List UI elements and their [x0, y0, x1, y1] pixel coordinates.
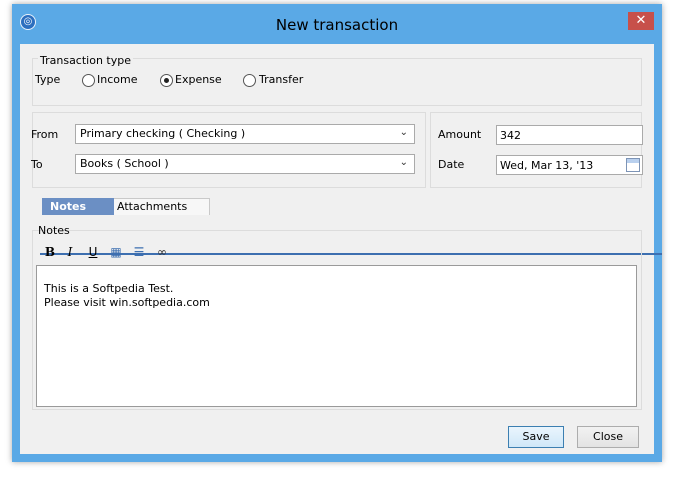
chevron-down-icon[interactable]: ⌄ [400, 127, 408, 138]
radio-transfer-circle[interactable] [243, 74, 256, 87]
radio-income-circle[interactable] [82, 74, 95, 87]
window-title: New transaction [275, 16, 399, 34]
window-close-button[interactable]: ✕ [628, 12, 654, 30]
notes-label: Notes [38, 224, 70, 237]
notes-line[interactable]: Please visit win.softpedia.com [44, 296, 210, 309]
to-label: To [31, 158, 43, 171]
from-account-select[interactable]: Primary checking ( Checking ) ⌄ [75, 124, 415, 144]
date-field[interactable] [496, 155, 643, 175]
italic-icon[interactable]: I [62, 244, 78, 260]
type-label: Type [35, 73, 61, 86]
radio-expense-circle[interactable] [160, 74, 173, 87]
tab-attachments[interactable]: Attachments [110, 198, 210, 215]
calendar-icon[interactable] [626, 158, 640, 172]
dialog-body: Transaction type Type Income Expense Tra… [20, 44, 662, 454]
from-account-value: Primary checking ( Checking ) [80, 127, 246, 140]
from-label: From [31, 128, 59, 141]
tab-notes[interactable]: Notes [42, 198, 114, 215]
amount-date-group [430, 112, 642, 188]
chevron-down-icon[interactable]: ⌄ [400, 157, 408, 168]
amount-label: Amount [438, 128, 482, 141]
to-account-value: Books ( School ) [80, 157, 169, 170]
notes-editor[interactable]: This is a Softpedia Test. Please visit w… [36, 265, 637, 407]
close-button[interactable]: Close [577, 426, 639, 448]
save-button[interactable]: Save [508, 426, 564, 448]
radio-selected-dot [164, 78, 169, 83]
title-bar[interactable]: ◎ New transaction ✕ [12, 4, 662, 44]
numbered-list-icon[interactable]: ☰ [131, 244, 147, 260]
date-label: Date [438, 158, 465, 171]
dialog-window: ◎ New transaction ✕ Transaction type Typ… [12, 4, 662, 462]
amount-input[interactable] [500, 127, 637, 143]
notes-line[interactable]: This is a Softpedia Test. [44, 282, 173, 295]
underline-icon[interactable]: U [85, 244, 101, 260]
radio-income-label[interactable]: Income [97, 73, 137, 87]
radio-transfer-label[interactable]: Transfer [259, 73, 303, 87]
date-input[interactable] [500, 157, 620, 173]
amount-field[interactable] [496, 125, 643, 145]
to-account-select[interactable]: Books ( School ) ⌄ [75, 154, 415, 174]
radio-expense-label[interactable]: Expense [175, 73, 222, 87]
transaction-type-label: Transaction type [38, 54, 133, 68]
table-icon[interactable]: ▦ [108, 244, 124, 260]
link-icon[interactable]: ∞ [154, 244, 170, 260]
bold-icon[interactable]: B [42, 244, 58, 260]
